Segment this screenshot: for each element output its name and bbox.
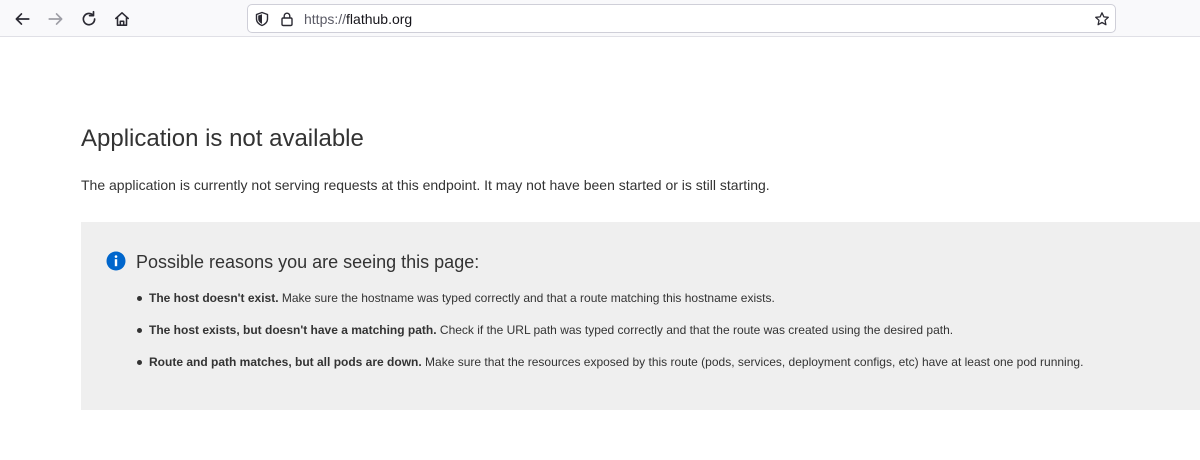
arrow-right-icon [48, 13, 63, 25]
list-item: Route and path matches, but all pods are… [137, 354, 1083, 386]
reason-bold: The host doesn't exist. [149, 291, 279, 305]
back-button[interactable] [9, 6, 35, 32]
page-title: Application is not available [81, 125, 364, 152]
bullet [137, 328, 142, 333]
home-button[interactable] [109, 6, 135, 32]
list-item: The host exists, but doesn't have a matc… [137, 322, 1083, 354]
reload-button[interactable] [76, 6, 102, 32]
home-icon [115, 12, 129, 26]
lock-icon[interactable] [278, 10, 296, 28]
info-icon [106, 251, 126, 271]
reload-icon [82, 10, 96, 26]
shield-icon[interactable] [253, 10, 271, 28]
reason-bold: Route and path matches, but all pods are… [149, 355, 422, 369]
url-host: flathub.org [346, 11, 413, 27]
reason-bold: The host exists, but doesn't have a matc… [149, 323, 437, 337]
forward-button[interactable] [43, 6, 69, 32]
reasons-list: The host doesn't exist. Make sure the ho… [137, 290, 1083, 386]
reasons-panel: Possible reasons you are seeing this pag… [81, 222, 1200, 410]
address-bar[interactable]: https://flathub.org [247, 4, 1116, 33]
reason-text: Check if the URL path was typed correctl… [436, 323, 954, 337]
reasons-heading: Possible reasons you are seeing this pag… [136, 252, 480, 272]
bullet [137, 360, 142, 365]
arrow-left-icon [15, 13, 30, 25]
list-item: The host doesn't exist. Make sure the ho… [137, 290, 1083, 322]
browser-toolbar: https://flathub.org [0, 0, 1200, 37]
reason-text: Make sure the hostname was typed correct… [278, 291, 775, 305]
url-scheme: https:// [304, 11, 347, 27]
bullet [137, 296, 142, 301]
star-icon[interactable] [1093, 10, 1111, 28]
url-text[interactable]: https://flathub.org [304, 10, 412, 28]
reason-text: Make sure that the resources exposed by … [421, 355, 1084, 369]
page-description: The application is currently not serving… [81, 177, 770, 193]
